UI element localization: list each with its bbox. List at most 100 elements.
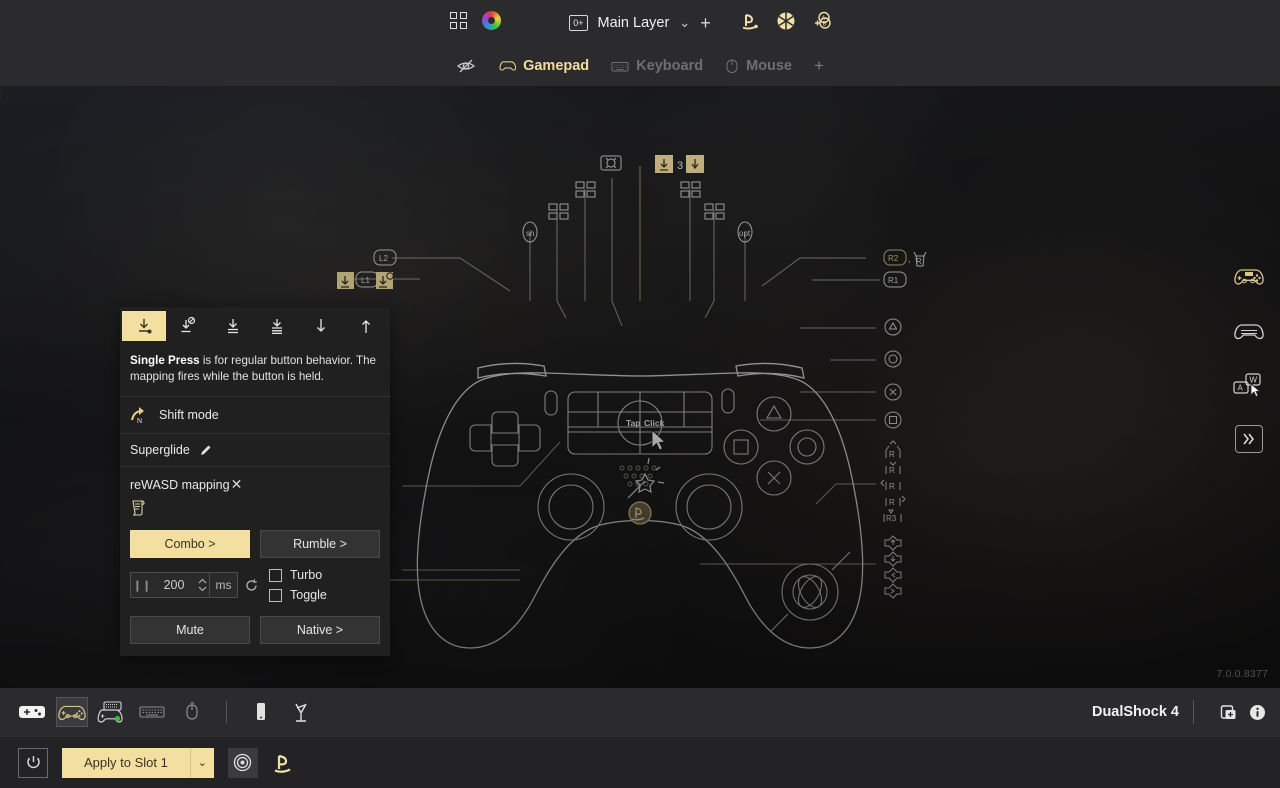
turbo-checkbox-box[interactable] xyxy=(269,568,282,582)
keyboard-mouse-icon[interactable]: A W xyxy=(1232,370,1266,400)
svg-text:opt: opt xyxy=(739,229,751,238)
add-association-icon[interactable]: A B xyxy=(812,10,833,31)
layer-name: Main Layer xyxy=(597,15,670,31)
hide-mappings-icon[interactable] xyxy=(456,56,476,76)
mode-description-title: Single Press xyxy=(130,354,200,367)
layer-selector[interactable]: 0+ Main Layer ⌄ + xyxy=(569,14,711,32)
device-bar: DualShock 4 xyxy=(0,688,1280,736)
svg-text:R: R xyxy=(889,482,895,491)
combo-button[interactable]: Combo > xyxy=(130,530,250,559)
toggle-checkbox[interactable]: Toggle xyxy=(269,588,380,602)
tab-mouse-label: Mouse xyxy=(746,58,792,74)
mode-double-press[interactable] xyxy=(211,311,255,341)
mute-native-row: Mute Native > xyxy=(120,608,390,656)
virtual-device-icon[interactable] xyxy=(285,697,317,727)
svg-text:R: R xyxy=(916,257,922,266)
toggle-checkbox-box[interactable] xyxy=(269,588,282,602)
svg-text:3: 3 xyxy=(677,160,683,172)
turbo-interval-value[interactable]: 200 xyxy=(153,573,195,597)
ps4-controller-icon[interactable] xyxy=(1232,262,1266,292)
preset-name-row[interactable]: Superglide xyxy=(120,433,390,466)
pause-icon: ❙❙ xyxy=(132,579,152,592)
tab-gamepad[interactable]: Gamepad xyxy=(498,58,589,74)
expand-panel-icon[interactable] xyxy=(1232,424,1266,454)
grid-icon[interactable] xyxy=(450,11,468,30)
svg-text:,: , xyxy=(908,254,911,264)
tab-keyboard[interactable]: Keyboard xyxy=(611,58,703,74)
label-circle xyxy=(884,350,902,368)
device-icon-list xyxy=(0,697,317,727)
tab-mouse[interactable]: Mouse xyxy=(725,58,792,74)
svg-text:R3: R3 xyxy=(886,514,897,523)
combo-rumble-row: Combo > Rumble > xyxy=(120,524,390,559)
label-key-chip-2 xyxy=(548,203,569,220)
turbo-label: Turbo xyxy=(290,568,323,583)
turbo-interval-control: ❙❙ 200 ms xyxy=(130,572,259,599)
mode-single-press[interactable] xyxy=(122,311,167,341)
color-wheel-icon[interactable] xyxy=(482,11,501,30)
playstation-icon[interactable] xyxy=(740,11,760,31)
turbo-interval-stepper[interactable] xyxy=(195,573,209,597)
mapping-scroll-icon[interactable] xyxy=(120,497,390,524)
device-info-area: DualShock 4 xyxy=(1092,700,1280,724)
gamepad-keyboard-icon[interactable] xyxy=(96,697,128,727)
shift-mode-label: Shift mode xyxy=(159,408,219,423)
power-icon[interactable] xyxy=(18,747,48,778)
close-icon[interactable]: ✕ xyxy=(231,476,243,493)
add-layer-button[interactable]: + xyxy=(700,14,711,32)
gamepad-icon xyxy=(498,59,517,73)
target-icon[interactable] xyxy=(227,747,258,778)
reset-icon[interactable] xyxy=(244,578,259,593)
svg-text:R: R xyxy=(889,466,895,475)
bottom-divider xyxy=(226,701,227,723)
label-l1: L1 xyxy=(337,271,394,289)
duplicate-device-icon[interactable] xyxy=(1220,704,1237,721)
phone-device-icon[interactable] xyxy=(245,697,277,727)
mouse-icon xyxy=(725,58,739,74)
layer-badge: 0+ xyxy=(569,15,588,31)
mute-button[interactable]: Mute xyxy=(130,616,250,645)
keyboard-device-icon[interactable] xyxy=(136,697,168,727)
svg-text:N: N xyxy=(137,418,142,424)
native-button[interactable]: Native > xyxy=(260,616,380,645)
turbo-interval-unit: ms xyxy=(209,573,237,598)
tab-keyboard-label: Keyboard xyxy=(636,58,704,74)
chevron-down-icon[interactable]: ⌄ xyxy=(679,15,690,31)
gamepad-device-icon[interactable] xyxy=(56,697,88,727)
apply-dropdown-chevron[interactable]: ⌄ xyxy=(189,747,214,778)
mode-triple-press[interactable] xyxy=(255,311,299,341)
rumble-button[interactable]: Rumble > xyxy=(260,530,380,559)
svg-text:sh: sh xyxy=(526,229,534,238)
turbo-checkbox[interactable]: Turbo xyxy=(269,568,380,582)
svg-text:L1: L1 xyxy=(361,276,370,285)
turbo-interval-field[interactable]: ❙❙ 200 ms xyxy=(130,572,238,599)
playstation-logo-icon[interactable] xyxy=(272,752,294,774)
turbo-toggle-options: Turbo ❙❙ 200 ms Toggle xyxy=(120,558,390,608)
add-device-icon[interactable] xyxy=(16,697,48,727)
mode-description: Single Press is for regular button behav… xyxy=(120,345,390,396)
pie-wheel-icon[interactable] xyxy=(776,11,796,31)
mouse-cursor xyxy=(651,428,667,451)
svg-text:W: W xyxy=(1250,376,1258,385)
device-info-icon[interactable] xyxy=(1249,704,1266,721)
apply-bar: Apply to Slot 1 ⌄ xyxy=(0,736,1280,788)
svg-text:R2: R2 xyxy=(888,254,899,263)
label-triangle xyxy=(884,318,902,336)
press-mode-selector xyxy=(120,307,390,345)
device-name-label: DualShock 4 xyxy=(1091,704,1179,720)
generic-controller-icon[interactable] xyxy=(1232,316,1266,346)
label-r2: R2 , R xyxy=(883,249,927,267)
edit-pencil-icon[interactable] xyxy=(199,444,212,457)
svg-text:A: A xyxy=(1238,384,1244,393)
mode-long-press[interactable] xyxy=(166,311,210,341)
mouse-device-icon[interactable] xyxy=(176,697,208,727)
mapping-properties-panel: Single Press is for regular button behav… xyxy=(120,307,390,657)
shift-mode-row[interactable]: N Shift mode xyxy=(120,396,390,433)
add-tab-button[interactable]: + xyxy=(814,56,824,76)
tab-gamepad-label: Gamepad xyxy=(523,58,590,74)
label-right-stick-dirs: R R R R R3 xyxy=(880,440,906,523)
mode-press-up[interactable] xyxy=(344,311,388,341)
mode-press-down[interactable] xyxy=(299,311,343,341)
shift-arrow-icon: N xyxy=(130,406,150,424)
apply-to-slot-button[interactable]: Apply to Slot 1 ⌄ xyxy=(62,747,214,778)
